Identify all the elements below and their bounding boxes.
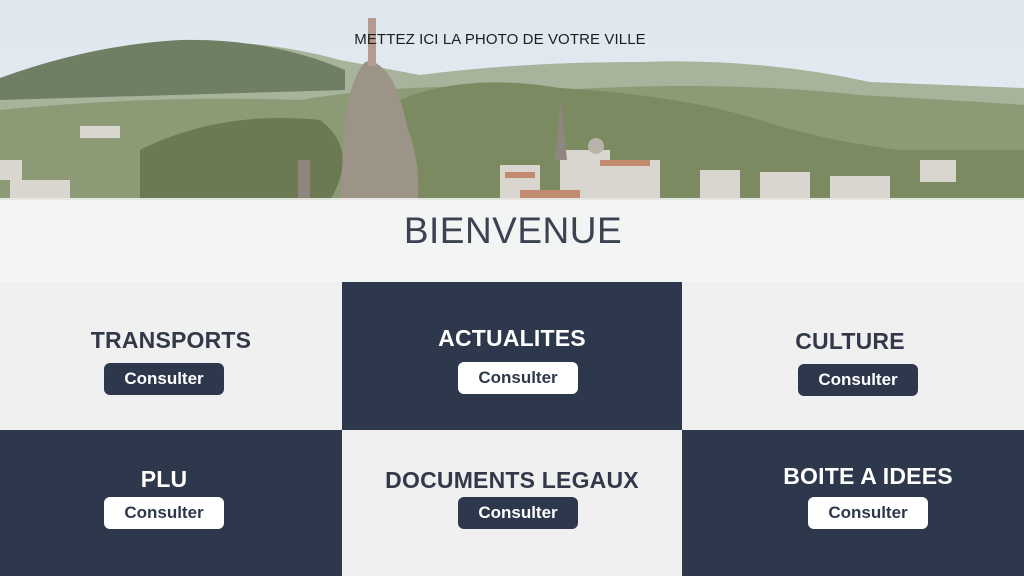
tile-title-transports: TRANSPORTS [90,327,252,353]
tile-actualites: ACTUALITES Consulter [342,282,682,430]
consulter-actualites-button[interactable]: Consulter [458,362,578,394]
tile-title-actualites: ACTUALITES [438,325,586,351]
consulter-boite-a-idees-button[interactable]: Consulter [808,497,928,529]
welcome-title: BIENVENUE [403,210,623,251]
tile-title-boite-a-idees: BOITE A IDEES [783,463,953,489]
tile-documents-legaux: DOCUMENTS LEGAUX Consulter [342,430,682,576]
tile-title-culture: CULTURE [795,328,905,354]
consulter-culture-button[interactable]: Consulter [798,364,918,396]
consulter-plu-button[interactable]: Consulter [104,497,224,529]
tile-boite-a-idees: BOITE A IDEES Consulter [682,430,1024,576]
tile-plu: PLU Consulter [0,430,342,576]
tile-title-plu: PLU [140,466,188,492]
consulter-transports-button[interactable]: Consulter [104,363,224,395]
consulter-documents-legaux-button[interactable]: Consulter [458,497,578,529]
tile-title-documents-legaux: DOCUMENTS LEGAUX [385,467,639,493]
tile-culture: CULTURE Consulter [682,282,1024,430]
tile-transports: TRANSPORTS Consulter [0,282,342,430]
photo-placeholder-caption: METTEZ ICI LA PHOTO DE VOTRE VILLE [354,31,646,48]
